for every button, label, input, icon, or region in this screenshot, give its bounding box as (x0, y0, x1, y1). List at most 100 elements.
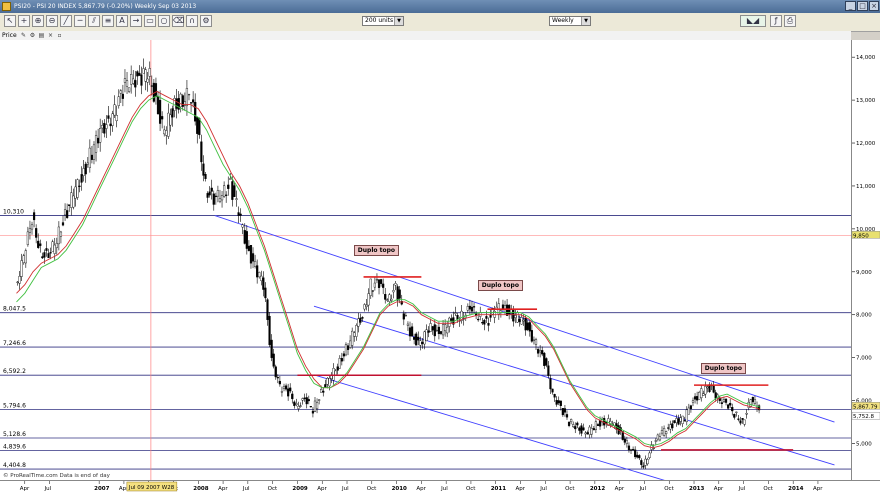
candle-body (146, 78, 149, 83)
candle-body (450, 318, 453, 322)
candle-body (169, 114, 172, 126)
crosshair-icon[interactable]: + (18, 15, 30, 27)
settings-icon[interactable]: ⚙ (200, 15, 212, 27)
candle-body (340, 358, 343, 362)
channel-icon[interactable]: ⫽ (88, 15, 100, 27)
candle-body (243, 230, 246, 244)
print-icon[interactable]: ⎙ (784, 15, 796, 27)
candle-body (144, 69, 147, 82)
chevron-down-icon: ▼ (581, 17, 590, 25)
candle-body (35, 228, 38, 238)
candle-body (30, 224, 34, 230)
candle-body (691, 400, 695, 403)
rectangle-tool-icon[interactable]: ▭ (144, 15, 156, 27)
candle-body (526, 322, 529, 330)
candle-body (119, 90, 122, 94)
candle-body (638, 455, 641, 459)
candle-body (588, 426, 591, 435)
candle-body (468, 305, 472, 310)
candle-body (532, 339, 536, 341)
fibonacci-icon[interactable]: ≡ (102, 15, 114, 27)
chart-style-icon[interactable]: ◣◢ (740, 15, 766, 27)
candle-body (49, 252, 52, 254)
candle-body (227, 184, 230, 189)
candle-body (675, 418, 678, 423)
arrow-tool-icon[interactable]: → (130, 15, 142, 27)
candle-body (386, 299, 389, 301)
app-icon (2, 2, 11, 11)
candle-body (344, 344, 348, 356)
x-tick-label: Oct (367, 486, 377, 492)
magnet-icon[interactable]: ∩ (186, 15, 198, 27)
candle-body (140, 74, 143, 86)
period-select[interactable]: Weekly ▼ (549, 16, 591, 26)
range-select[interactable]: 200 units ▼ (362, 16, 404, 26)
candle-body (636, 454, 639, 458)
candle-body (198, 118, 201, 136)
panel-close-icon[interactable]: × (47, 32, 54, 39)
candle-body (689, 405, 693, 410)
panel-draw-icon[interactable]: ✎ (20, 32, 27, 39)
candle-body (307, 399, 310, 402)
candle-body (86, 162, 89, 165)
candle-body (733, 413, 736, 418)
ellipse-tool-icon[interactable]: ○ (158, 15, 170, 27)
candle-body (187, 93, 191, 96)
candle-body (553, 393, 556, 398)
panel-more-icon[interactable]: ▫ (56, 32, 63, 39)
candle-body (32, 212, 36, 221)
x-tick-label: Jul (738, 486, 746, 492)
candle-body (561, 408, 564, 416)
minimize-button[interactable]: _ (845, 1, 856, 11)
annotation-label[interactable]: Duplo topo (477, 279, 523, 291)
annotation-label[interactable]: Duplo topo (700, 362, 747, 374)
candle-body (342, 353, 346, 357)
annotation-label[interactable]: Duplo topo (353, 244, 400, 256)
candle-body (59, 231, 63, 237)
eraser-icon[interactable]: ⌫ (172, 15, 184, 27)
level-label: 4,839.6 (3, 443, 26, 450)
panel-options-icon[interactable]: ▤ (38, 32, 45, 39)
price-chart-area[interactable]: 10,310 8,047.5 7,246.6 6,592.2 5,794.6 5,128.… (0, 40, 851, 480)
price-axis[interactable]: 14,000 13,000 12,000 11,000 10,000 9,000 8,000… (851, 40, 880, 480)
candle-body (483, 319, 486, 325)
candle-body (154, 83, 158, 97)
candle-body (456, 314, 459, 320)
candle-body (328, 378, 331, 387)
close-button[interactable]: × (869, 1, 879, 11)
candle-body (231, 181, 234, 200)
line-tool-icon[interactable]: ╱ (60, 15, 72, 27)
candle-body (441, 324, 445, 336)
zoom-out-icon[interactable]: ⊖ (46, 15, 58, 27)
candle-body (167, 112, 170, 137)
text-tool-icon[interactable]: A (116, 15, 128, 27)
candle-body (196, 117, 199, 134)
candle-body (567, 421, 571, 426)
candle-body (373, 282, 376, 288)
range-select-value: 200 units (365, 17, 394, 24)
maximize-button[interactable]: □ (857, 1, 868, 11)
pointer-icon[interactable]: ↖ (4, 15, 16, 27)
zoom-in-icon[interactable]: ⊕ (32, 15, 44, 27)
candle-body (729, 402, 732, 406)
indicators-icon[interactable]: ƒ (770, 15, 782, 27)
panel-settings-icon[interactable]: ⚙ (29, 32, 36, 39)
candle-body (258, 272, 261, 278)
y-tick-label: 12,000 (856, 141, 876, 147)
horizontal-line-icon[interactable]: ─ (74, 15, 86, 27)
candle-body (72, 195, 75, 208)
candle-body (117, 96, 120, 106)
candle-body (534, 339, 538, 345)
x-tick-label: Apr (714, 486, 724, 492)
x-tick-label: Apr (813, 486, 823, 492)
candle-body (410, 326, 414, 337)
moving-average-line (16, 95, 761, 447)
x-tick-label: 2011 (491, 486, 506, 492)
candle-body (320, 389, 323, 393)
candle-body (625, 440, 628, 444)
footer-credit: © ProRealTime.com Data is end of day (3, 472, 111, 479)
candle-body (654, 440, 657, 442)
candle-body (111, 113, 114, 126)
candle-body (539, 350, 542, 353)
time-axis[interactable]: Apr Jul 2007 Apr Jul Oct 2008 Apr Jul Oct 2009 Apr J… (0, 480, 880, 492)
